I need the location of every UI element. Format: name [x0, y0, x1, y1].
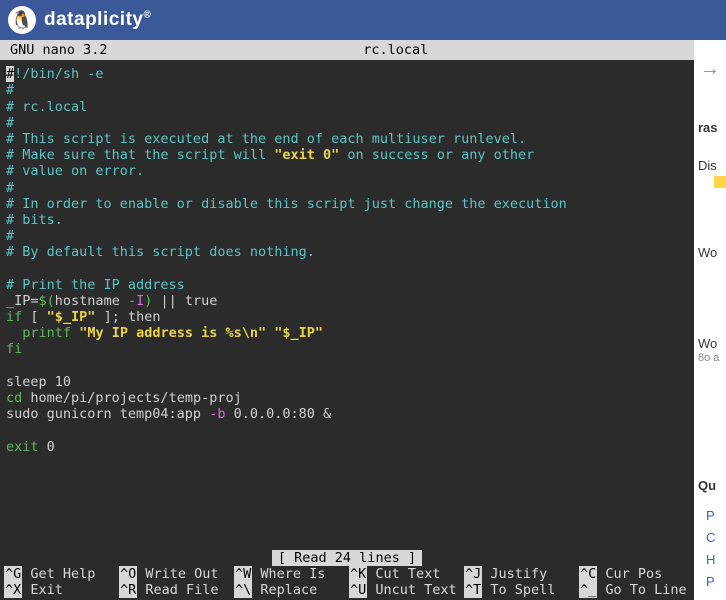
penguin-icon: 🐧: [11, 10, 33, 31]
shortcut-whereis[interactable]: ^W Where Is: [234, 566, 349, 582]
nano-filename: rc.local: [108, 42, 684, 58]
main-area: GNU nano 3.2 rc.local #!/bin/sh -e # # r…: [0, 40, 726, 600]
shortcut-row-1: ^G Get Help ^O Write Out ^W Where Is ^K …: [4, 566, 690, 582]
nano-version: GNU nano 3.2: [10, 42, 108, 58]
shortcut-replace[interactable]: ^\ Replace: [234, 582, 349, 598]
side-link-1[interactable]: P: [706, 508, 715, 523]
side-link-4[interactable]: P: [706, 574, 715, 589]
shortcut-row-2: ^X Exit ^R Read File ^\ Replace ^U Uncut…: [4, 582, 690, 598]
side-link-2[interactable]: C: [706, 530, 715, 545]
shortcut-spell[interactable]: ^T To Spell: [464, 582, 579, 598]
side-link-3[interactable]: H: [706, 552, 715, 567]
logo-icon: 🐧: [8, 6, 36, 34]
right-sidebar: → ras Dis Wo Wo 8o a Qu P C H P: [694, 40, 726, 600]
side-label-6: Qu: [698, 478, 716, 493]
editor-content[interactable]: #!/bin/sh -e # # rc.local # # This scrip…: [0, 60, 694, 455]
terminal[interactable]: GNU nano 3.2 rc.local #!/bin/sh -e # # r…: [0, 40, 694, 600]
side-yellow-badge: [714, 176, 726, 188]
brand-name: dataplicity®: [44, 9, 151, 31]
expand-arrow-icon[interactable]: →: [700, 58, 720, 81]
side-label-3: Wo: [698, 245, 717, 260]
app-header: 🐧 dataplicity®: [0, 0, 726, 40]
side-label-4: Wo: [698, 336, 717, 351]
nano-shortcuts: ^G Get Help ^O Write Out ^W Where Is ^K …: [0, 566, 694, 600]
shortcut-cut[interactable]: ^K Cut Text: [349, 566, 464, 582]
shortcut-curpos[interactable]: ^C Cur Pos: [579, 566, 694, 582]
shortcut-writeout[interactable]: ^O Write Out: [119, 566, 234, 582]
shortcut-uncut[interactable]: ^U Uncut Text: [349, 582, 464, 598]
side-label-2: Dis: [698, 158, 717, 173]
shortcut-exit[interactable]: ^X Exit: [4, 582, 119, 598]
shortcut-goto[interactable]: ^_ Go To Line: [579, 582, 694, 598]
shortcut-readfile[interactable]: ^R Read File: [119, 582, 234, 598]
side-label-5: 8o a: [698, 352, 719, 364]
shortcut-help[interactable]: ^G Get Help: [4, 566, 119, 582]
nano-status: [ Read 24 lines ]: [0, 550, 694, 566]
nano-titlebar: GNU nano 3.2 rc.local: [0, 40, 694, 60]
shortcut-justify[interactable]: ^J Justify: [464, 566, 579, 582]
side-label-1: ras: [698, 120, 718, 135]
